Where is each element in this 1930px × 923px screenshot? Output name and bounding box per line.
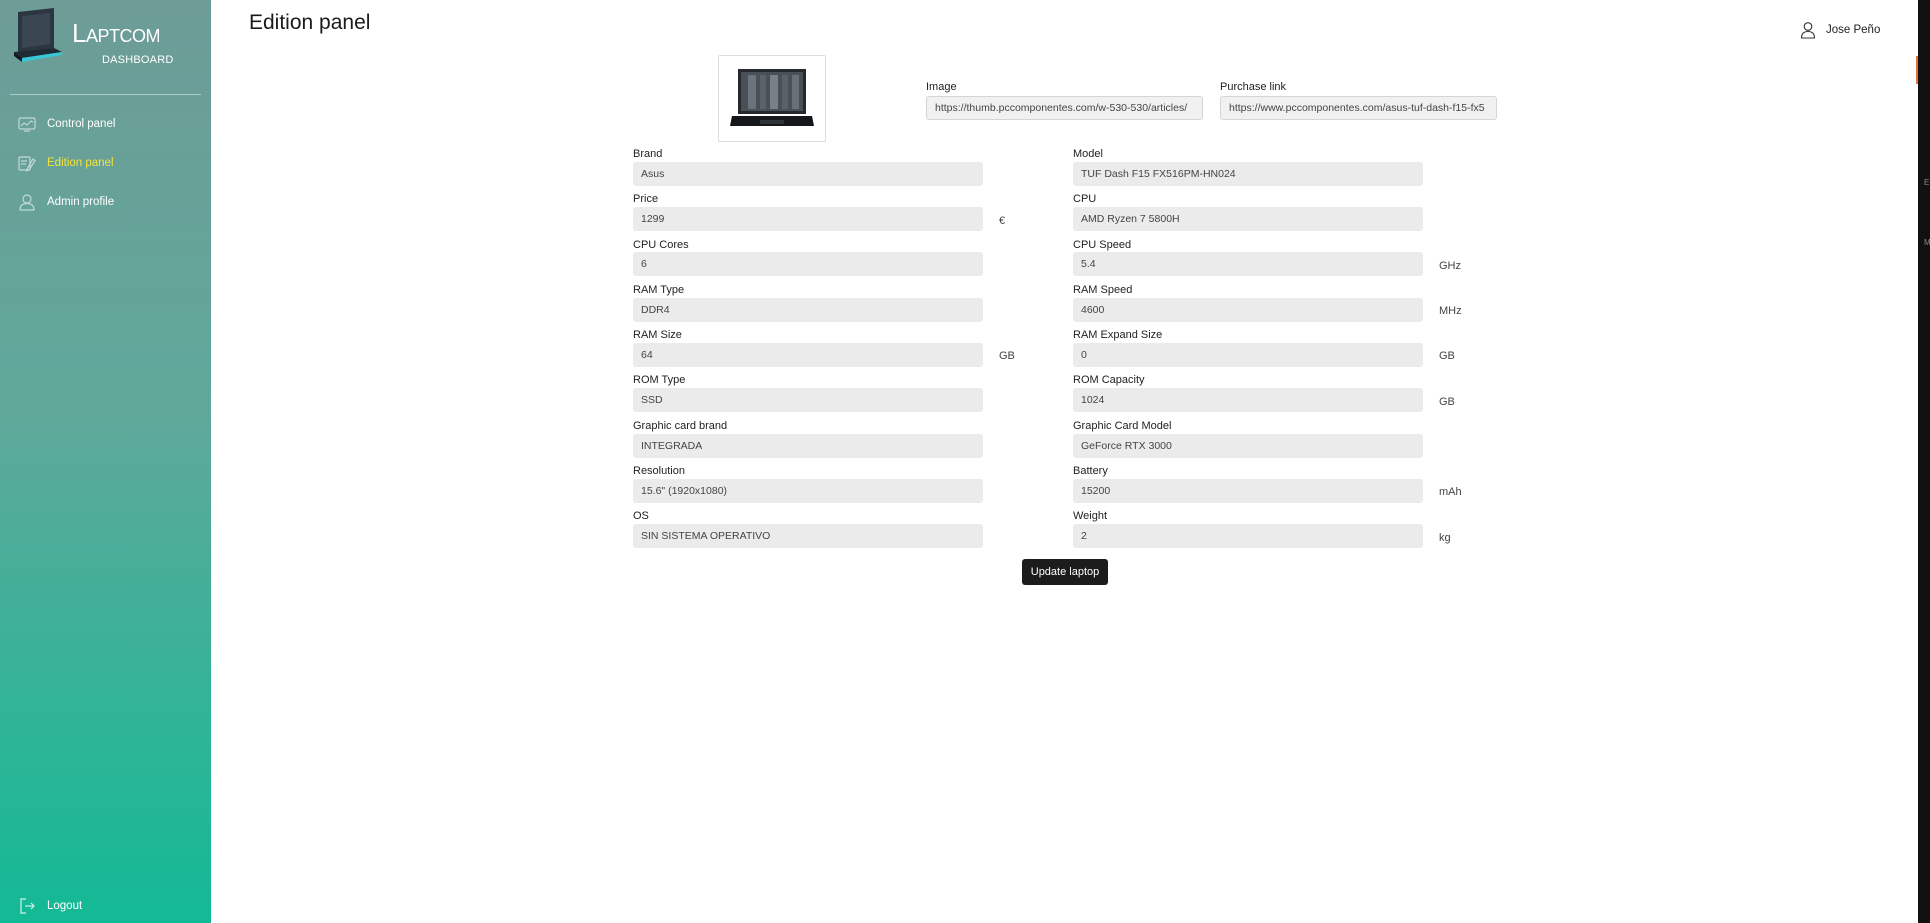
resolution-label: Resolution <box>633 465 685 477</box>
price-unit: € <box>999 215 1006 227</box>
os-input[interactable] <box>633 524 983 548</box>
user-icon <box>19 194 35 211</box>
price-label: Price <box>633 193 659 205</box>
brand-label: Brand <box>633 148 663 160</box>
image-label: Image <box>926 81 957 93</box>
weight-label: Weight <box>1073 510 1108 522</box>
laptop-image <box>730 68 814 126</box>
ram-expand-size-unit: GB <box>1439 350 1455 362</box>
ram-speed-input[interactable] <box>1073 298 1423 322</box>
cpu-speed-unit: GHz <box>1439 260 1461 272</box>
cpu-label: CPU <box>1073 193 1097 205</box>
sidebar-item-label: Admin profile <box>47 196 115 208</box>
gpu-model-label: Graphic Card Model <box>1073 420 1172 432</box>
user-name: Jose Peño <box>1826 24 1881 36</box>
model-input[interactable] <box>1073 162 1423 186</box>
cpu-cores-input[interactable] <box>633 252 983 276</box>
laptop-thumbnail <box>718 55 826 142</box>
ram-type-label: RAM Type <box>633 284 685 296</box>
side-panel-strip: E M <box>1918 0 1930 923</box>
sidebar: Laptcom DASHBOARD Control panel Edition … <box>0 0 211 923</box>
ram-expand-size-input[interactable] <box>1073 343 1423 367</box>
logout-button[interactable]: Logout <box>18 895 82 917</box>
resolution-input[interactable] <box>633 479 983 503</box>
laptop-logo-icon <box>14 8 62 62</box>
rom-capacity-label: ROM Capacity <box>1073 374 1145 386</box>
sidebar-item-edition-panel[interactable]: Edition panel <box>18 152 114 174</box>
ram-size-unit: GB <box>999 350 1015 362</box>
brand-subtitle: DASHBOARD <box>102 54 174 66</box>
page-title: Edition panel <box>249 11 371 34</box>
cpu-input[interactable] <box>1073 207 1423 231</box>
user-menu[interactable]: Jose Peño <box>1800 21 1880 39</box>
ram-expand-size-label: RAM Expand Size <box>1073 329 1163 341</box>
logo: Laptcom DASHBOARD <box>14 8 199 68</box>
cpu-speed-label: CPU Speed <box>1073 239 1132 251</box>
ram-speed-unit: MHz <box>1439 305 1462 317</box>
sidebar-divider <box>10 94 201 95</box>
model-label: Model <box>1073 148 1103 160</box>
gpu-brand-label: Graphic card brand <box>633 420 728 432</box>
rom-capacity-input[interactable] <box>1073 388 1423 412</box>
sidebar-item-admin-profile[interactable]: Admin profile <box>18 191 114 213</box>
brand-input[interactable] <box>633 162 983 186</box>
battery-unit: mAh <box>1439 486 1462 498</box>
price-input[interactable] <box>633 207 983 231</box>
purchase-link-label: Purchase link <box>1220 81 1287 93</box>
user-icon <box>1800 22 1816 39</box>
weight-input[interactable] <box>1073 524 1423 548</box>
brand-name: Laptcom <box>72 18 160 48</box>
dashboard-icon <box>18 117 36 132</box>
battery-input[interactable] <box>1073 479 1423 503</box>
sidebar-item-label: Control panel <box>47 118 116 130</box>
update-laptop-button[interactable]: Update laptop <box>1022 559 1108 585</box>
battery-label: Battery <box>1073 465 1108 477</box>
gpu-brand-input[interactable] <box>633 434 983 458</box>
cpu-speed-input[interactable] <box>1073 252 1423 276</box>
ram-size-input[interactable] <box>633 343 983 367</box>
sidebar-item-label: Edition panel <box>47 157 114 169</box>
ram-type-input[interactable] <box>633 298 983 322</box>
cpu-cores-label: CPU Cores <box>633 239 689 251</box>
rom-type-label: ROM Type <box>633 374 686 386</box>
gpu-model-input[interactable] <box>1073 434 1423 458</box>
weight-unit: kg <box>1439 532 1451 544</box>
sidebar-item-control-panel[interactable]: Control panel <box>18 113 115 135</box>
logout-icon <box>20 898 35 914</box>
ram-speed-label: RAM Speed <box>1073 284 1133 296</box>
ram-size-label: RAM Size <box>633 329 682 341</box>
purchase-link-input[interactable] <box>1220 96 1497 120</box>
rom-capacity-unit: GB <box>1439 396 1455 408</box>
os-label: OS <box>633 510 649 522</box>
image-url-input[interactable] <box>926 96 1203 120</box>
edit-icon <box>18 156 36 172</box>
rom-type-input[interactable] <box>633 388 983 412</box>
logout-label: Logout <box>47 900 83 912</box>
